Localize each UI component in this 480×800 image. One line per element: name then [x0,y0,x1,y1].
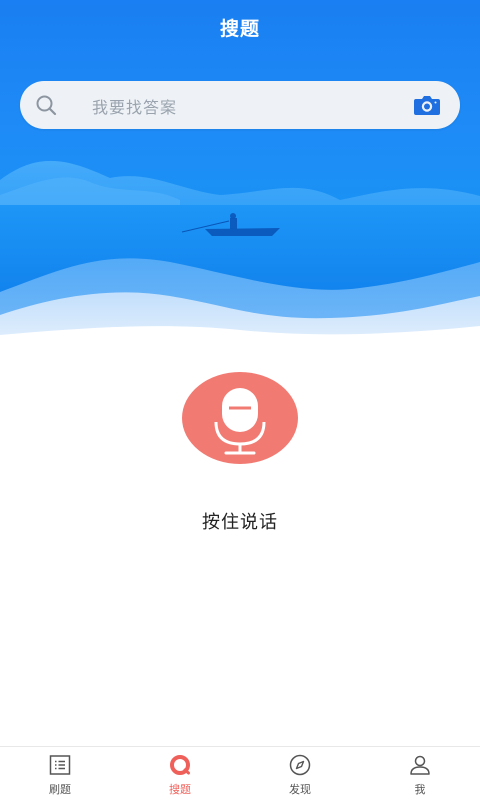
microphone-icon [214,388,266,455]
search-icon [36,95,57,116]
tab-label: 我 [414,783,426,796]
search-input[interactable]: 我要找答案 [92,94,177,118]
user-icon [410,755,430,775]
camera-icon[interactable] [413,93,441,117]
tab-discover[interactable]: 发现 [240,747,360,800]
tab-practice[interactable]: 刷题 [0,747,120,800]
compass-icon [289,754,311,776]
tab-label: 刷题 [49,783,71,796]
hold-to-talk-button[interactable] [182,372,298,464]
bottom-tab-bar: 刷题 搜题 发现 我 [0,746,480,800]
list-icon [49,755,71,775]
search-ring-icon [170,755,190,775]
lake-landscape-illustration [0,160,480,350]
tab-label: 发现 [289,783,311,796]
tab-me[interactable]: 我 [360,747,480,800]
hero-banner: 搜题 我要找答案 [0,0,480,350]
page-title: 搜题 [219,18,260,40]
tab-label: 搜题 [169,783,191,796]
hold-to-talk-label: 按住说话 [202,512,278,533]
tab-search[interactable]: 搜题 [120,747,240,800]
search-bar[interactable]: 我要找答案 [20,81,460,129]
